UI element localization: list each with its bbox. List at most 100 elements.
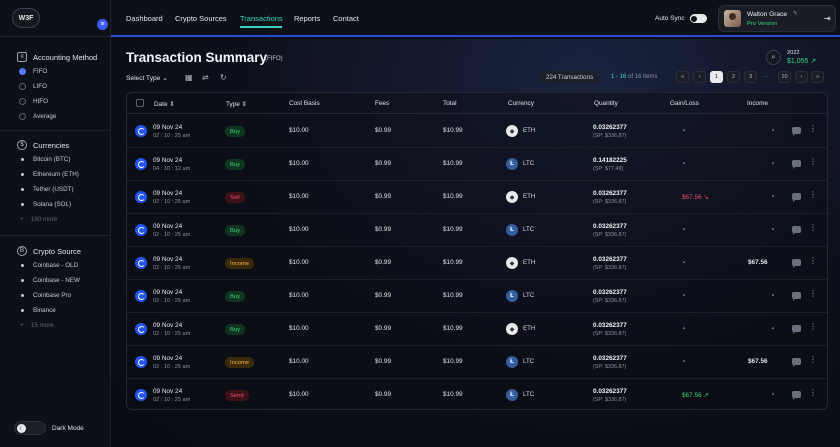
cost-basis-value: $10.00 [289, 391, 309, 398]
select-all-checkbox[interactable] [136, 99, 144, 107]
col-date[interactable]: Date ⇕ [154, 100, 175, 108]
auto-sync-switch[interactable] [689, 14, 707, 23]
dark-mode-switch[interactable]: ☾ [14, 421, 46, 435]
row-date: 09 Nov 24 [153, 322, 183, 329]
avatar [724, 10, 741, 27]
table-row[interactable]: 09 Nov 24 02 : 10 : 25 am Sell $10.00 $0.99 $… [127, 181, 827, 214]
row-date: 09 Nov 24 [153, 190, 183, 197]
method-option-average[interactable]: Average [0, 109, 111, 124]
nav-reports[interactable]: Reports [294, 14, 320, 23]
row-time: 02 : 10 : 25 am [153, 331, 191, 337]
table-row[interactable]: 09 Nov 24 02 : 10 : 25 am Buy $10.00 $0.99 $1… [127, 313, 827, 346]
spot-price: (SP: $77.49) [593, 166, 624, 172]
more-options-icon[interactable]: ⋮ [809, 389, 817, 397]
more-options-icon[interactable]: ⋮ [809, 191, 817, 199]
more-options-icon[interactable]: ⋮ [809, 356, 817, 364]
table-row[interactable]: 09 Nov 24 04 : 10 : 12 am Buy $10.00 $0.99 $1… [127, 148, 827, 181]
brand-logo[interactable]: W3F [12, 8, 40, 28]
filter-sliders-icon[interactable]: ⇌ [202, 73, 209, 82]
method-option-lifo[interactable]: LIFO [0, 79, 111, 94]
next-page-button[interactable]: › [795, 71, 808, 83]
comment-icon[interactable] [792, 160, 801, 169]
chevron-down-icon: ⌄ [162, 75, 168, 82]
currency-code: ETH [523, 259, 536, 266]
method-option-fifo[interactable]: FIFO [0, 64, 111, 79]
calendar-icon[interactable]: ▦ [185, 73, 193, 82]
search-icon[interactable]: ⌕ [766, 50, 781, 65]
comment-icon[interactable] [792, 358, 801, 367]
more-options-icon[interactable]: ⋮ [809, 158, 817, 166]
method-option-hifo[interactable]: HIFO [0, 94, 111, 109]
quantity-value: 0.03262377 [593, 124, 627, 131]
last-page-button[interactable]: » [811, 71, 824, 83]
fees-value: $0.99 [375, 358, 391, 365]
more-options-icon[interactable]: ⋮ [809, 125, 817, 133]
pager-ellipsis: ... [763, 73, 769, 79]
type-badge: Buy [225, 324, 245, 335]
bitcoin-icon: B [17, 246, 27, 256]
table-row[interactable]: 09 Nov 24 02 : 10 : 25 am Income $10.00 $0.9… [127, 247, 827, 280]
spot-price: (SP: $336.87) [593, 298, 627, 304]
pencil-icon[interactable]: ✎ [793, 10, 798, 17]
fees-value: $0.99 [375, 160, 391, 167]
table-row[interactable]: 09 Nov 24 02 : 10 : 25 am Buy $10.00 $0.99 $1… [127, 280, 827, 313]
logout-icon[interactable]: ⇥ [824, 14, 831, 23]
currency-code: LTC [523, 160, 535, 167]
nav-dashboard[interactable]: Dashboard [126, 14, 163, 23]
quantity-value: 0.03262377 [593, 223, 627, 230]
currencies-more-link[interactable]: +180 more [0, 212, 111, 227]
cost-basis-value: $10.00 [289, 259, 309, 266]
page-1-button[interactable]: 1 [710, 71, 723, 83]
more-options-icon[interactable]: ⋮ [809, 224, 817, 232]
page-10-button[interactable]: 10 [778, 71, 791, 83]
more-options-icon[interactable]: ⋮ [809, 290, 817, 298]
first-page-button[interactable]: « [676, 71, 689, 83]
currency-item[interactable]: Ethereum (ETH) [0, 167, 111, 182]
currency-item[interactable]: Solana (SOL) [0, 197, 111, 212]
source-item[interactable]: Binance [0, 303, 111, 318]
user-plan: Pro Version [747, 21, 777, 27]
more-options-icon[interactable]: ⋮ [809, 257, 817, 265]
page-3-button[interactable]: 3 [744, 71, 757, 83]
currency-item[interactable]: Tether (USDT) [0, 182, 111, 197]
table-row[interactable]: 09 Nov 24 02 : 10 : 25 am Income $10.00 $0.9… [127, 346, 827, 379]
comment-icon[interactable] [792, 193, 801, 202]
refresh-icon[interactable]: ↻ [220, 73, 227, 82]
dark-mode-toggle[interactable]: ☾ Dark Mode [14, 421, 84, 435]
trend-up-icon: ↗ [810, 58, 817, 65]
type-badge: Send [225, 390, 249, 401]
nav-transactions[interactable]: Transactions [240, 14, 283, 23]
income-value: - [772, 325, 775, 332]
select-type-dropdown[interactable]: Select Type ⌄ [126, 74, 168, 82]
table-row[interactable]: 09 Nov 24 02 : 10 : 25 am Send $10.00 $0.99 $… [127, 379, 827, 409]
col-type[interactable]: Type ⇕ [226, 100, 247, 108]
plus-icon: + [20, 216, 24, 223]
table-row[interactable]: 09 Nov 24 02 : 10 : 25 am Buy $10.00 $0.99 $1… [127, 214, 827, 247]
source-item[interactable]: Coinbase - NEW [0, 273, 111, 288]
sources-more-link[interactable]: +15 more [0, 318, 111, 333]
prev-page-button[interactable]: ‹ [693, 71, 706, 83]
comment-icon[interactable] [792, 259, 801, 268]
currency-item[interactable]: Bitcoin (BTC) [0, 152, 111, 167]
table-row[interactable]: 09 Nov 24 02 : 10 : 25 am Buy $10.00 $0.99 $1… [127, 115, 827, 148]
litecoin-icon: Ł [506, 224, 518, 236]
table-header: Date ⇕ Type ⇕ Cost Basis Fees Total Curr… [127, 93, 827, 114]
user-card[interactable]: Walton Grace ✎ Pro Version ⇥ [718, 5, 836, 32]
source-item[interactable]: Coinbase Pro [0, 288, 111, 303]
comment-icon[interactable] [792, 391, 801, 400]
row-date: 09 Nov 24 [153, 223, 183, 230]
comment-icon[interactable] [792, 292, 801, 301]
accounting-method-tag: (FIFO) [265, 56, 283, 62]
sidebar-toggle-button[interactable]: ≡ [97, 19, 108, 30]
gain-loss-value: - [683, 160, 686, 167]
more-options-icon[interactable]: ⋮ [809, 323, 817, 331]
page-2-button[interactable]: 2 [727, 71, 740, 83]
currencies-heading: $ Currencies [0, 138, 111, 152]
nav-crypto-sources[interactable]: Crypto Sources [175, 14, 227, 23]
spot-price: (SP: $336.87) [593, 133, 627, 139]
comment-icon[interactable] [792, 226, 801, 235]
comment-icon[interactable] [792, 127, 801, 136]
source-item[interactable]: Coinbase - OLD [0, 258, 111, 273]
nav-contact[interactable]: Contact [333, 14, 359, 23]
comment-icon[interactable] [792, 325, 801, 334]
